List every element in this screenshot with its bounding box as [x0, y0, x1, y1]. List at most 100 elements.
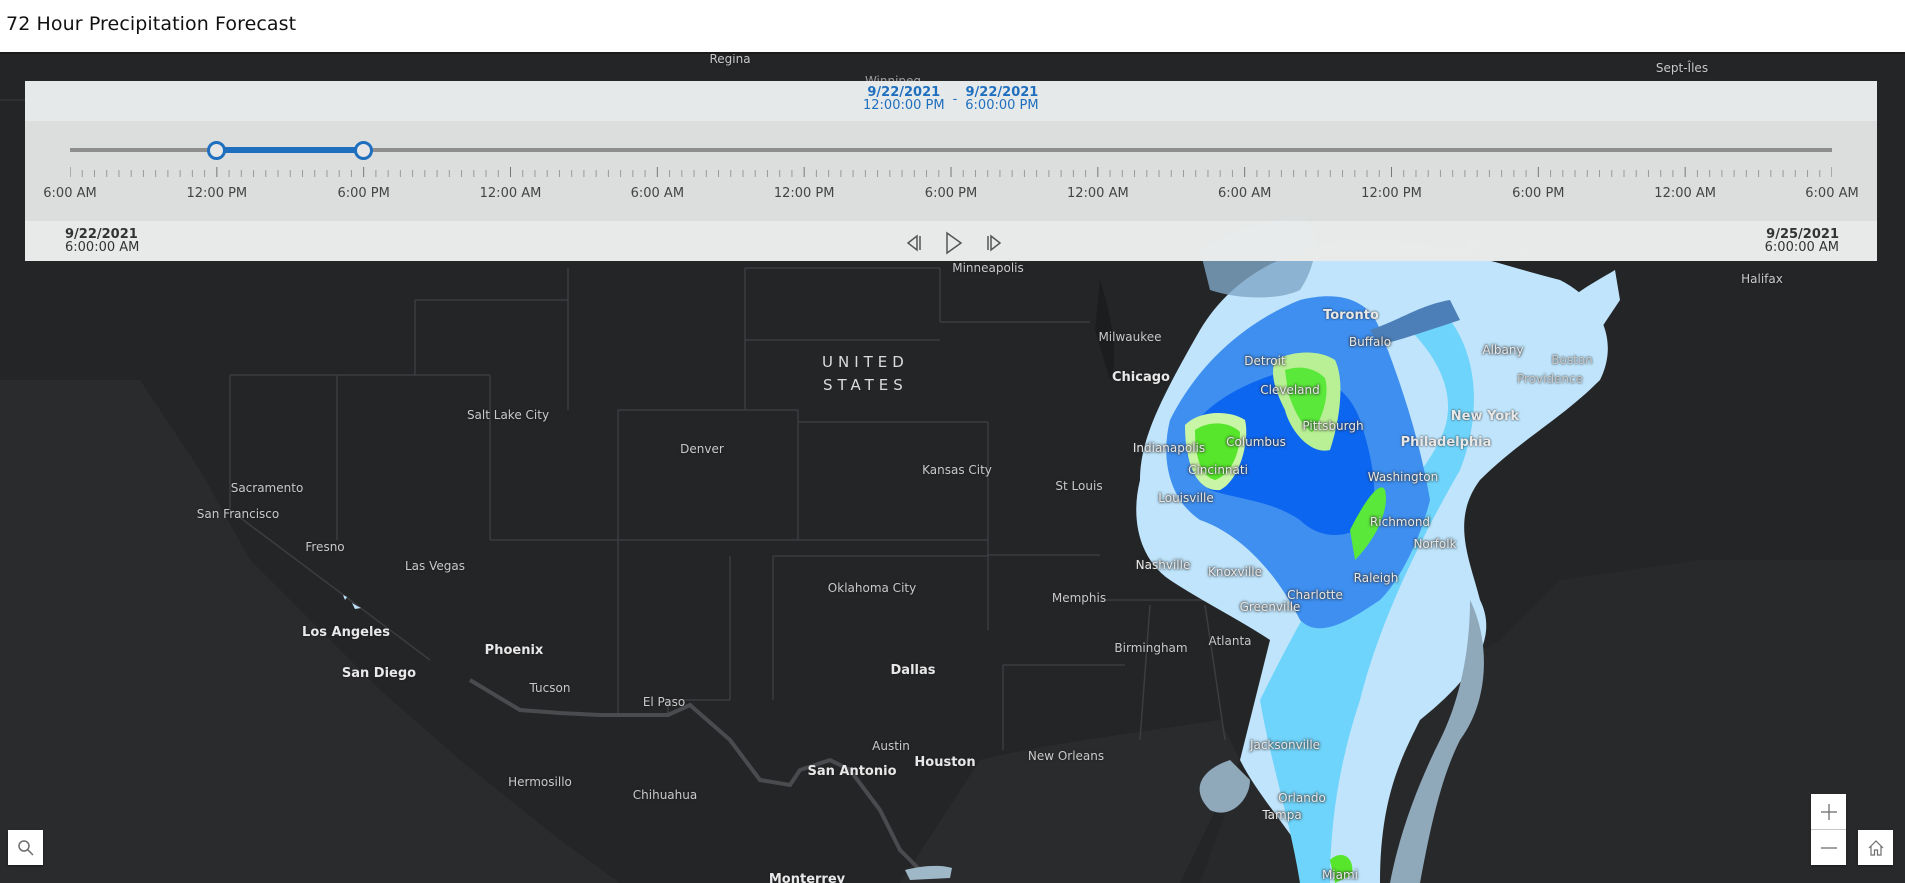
city-label: Buffalo: [1348, 335, 1392, 349]
selected-range[interactable]: [216, 147, 364, 153]
tick-label: 6:00 AM: [1217, 186, 1272, 201]
range-separator: -: [952, 92, 958, 107]
city-label: San Francisco: [196, 507, 280, 521]
city-label: Birmingham: [1114, 641, 1188, 655]
page-title: 72 Hour Precipitation Forecast: [6, 13, 297, 35]
country-label-line: STATES: [823, 376, 908, 394]
city-label: New York: [1450, 409, 1520, 424]
city-label: Tampa: [1262, 808, 1302, 822]
tick-label: 12:00 AM: [479, 186, 542, 201]
current-start: 9/22/2021 12:00:00 PM: [863, 86, 945, 112]
city-label: Miami: [1321, 868, 1359, 882]
city-label: Denver: [680, 442, 724, 456]
city-label: Atlanta: [1208, 634, 1252, 648]
full-extent-end: 9/25/2021 6:00:00 AM: [1765, 228, 1839, 254]
slider-ticks: [70, 167, 1832, 177]
city-label: Phoenix: [484, 643, 544, 658]
tick-label: 6:00 PM: [924, 186, 978, 201]
city-label: San Antonio: [807, 764, 897, 779]
time-slider[interactable]: 9/22/2021 12:00:00 PM - 9/22/2021 6:00:0…: [25, 81, 1877, 261]
current-start-time: 12:00:00 PM: [863, 98, 945, 113]
minus-icon: [1820, 846, 1837, 849]
city-label: Orlando: [1278, 791, 1326, 805]
city-label: Fresno: [305, 540, 345, 554]
city-label: Salt Lake City: [466, 408, 550, 422]
city-label: Louisville: [1158, 491, 1214, 505]
tick-label: 12:00 AM: [1654, 186, 1717, 201]
tick-label: 12:00 AM: [1066, 186, 1129, 201]
city-label: Cincinnati: [1188, 463, 1248, 477]
city-label: Milwaukee: [1098, 330, 1162, 344]
city-label: El Paso: [642, 695, 686, 709]
current-end-time: 6:00:00 PM: [965, 98, 1039, 113]
city-label: Austin: [872, 739, 910, 753]
city-label: Philadelphia: [1400, 435, 1492, 450]
city-label: Memphis: [1051, 591, 1107, 605]
city-label: Los Angeles: [302, 625, 390, 640]
tick-label: 6:00 PM: [1512, 186, 1565, 201]
app-header: 72 Hour Precipitation Forecast: [0, 0, 1905, 54]
city-label: Norfolk: [1413, 537, 1457, 551]
home-button[interactable]: [1858, 830, 1893, 865]
city-label: Albany: [1482, 343, 1524, 357]
city-label: Richmond: [1369, 515, 1431, 529]
city-label: Halifax: [1741, 272, 1783, 286]
city-label: Kansas City: [922, 463, 992, 477]
city-label: Regina: [709, 54, 751, 66]
tick-label: 12:00 PM: [1361, 186, 1422, 201]
city-label: Tucson: [529, 681, 571, 695]
playback-controls: [901, 231, 1007, 255]
city-label: Nashville: [1135, 558, 1191, 572]
zoom-in-button[interactable]: [1811, 794, 1846, 829]
city-label: Cleveland: [1260, 383, 1320, 397]
next-button[interactable]: [981, 231, 1007, 255]
country-label-line: UNITED: [822, 353, 909, 371]
tick-label: 6:00 AM: [1805, 186, 1859, 201]
city-label: Sept-Îles: [1655, 61, 1709, 75]
city-label: Knoxville: [1207, 565, 1263, 579]
search-button[interactable]: [8, 830, 43, 865]
city-label: Providence: [1516, 372, 1584, 386]
full-extent-start: 9/22/2021 6:00:00 AM: [65, 228, 139, 254]
current-time-extent: 9/22/2021 12:00:00 PM - 9/22/2021 6:00:0…: [863, 86, 1039, 112]
current-end: 9/22/2021 6:00:00 PM: [965, 86, 1038, 112]
city-label: New Orleans: [1027, 749, 1105, 763]
city-label: Sacramento: [230, 481, 304, 495]
tick-label: 6:00 AM: [43, 186, 97, 201]
city-label: Dallas: [890, 663, 936, 678]
city-label: Monterrey: [768, 872, 846, 883]
city-label: Greenville: [1239, 600, 1301, 614]
home-icon: [1868, 839, 1883, 856]
city-label: Las Vegas: [405, 559, 465, 573]
city-label: San Diego: [341, 666, 417, 681]
city-label: Toronto: [1323, 308, 1379, 323]
city-label: Raleigh: [1353, 571, 1399, 585]
full-start-time: 6:00:00 AM: [65, 240, 140, 255]
previous-icon: [906, 234, 921, 252]
city-label: Detroit: [1244, 354, 1286, 368]
city-label: Washington: [1367, 470, 1439, 484]
full-end-time: 6:00:00 AM: [1764, 240, 1839, 255]
city-label: St Louis: [1055, 479, 1103, 493]
search-icon: [17, 839, 34, 856]
city-label: Indianapolis: [1132, 441, 1206, 455]
next-icon: [987, 234, 1002, 252]
city-label: Pittsburgh: [1302, 419, 1364, 433]
play-icon: [946, 231, 963, 255]
city-label: Oklahoma City: [827, 581, 917, 595]
city-label: Jacksonville: [1249, 738, 1321, 752]
city-label: Hermosillo: [508, 775, 572, 789]
tick-label: 6:00 AM: [630, 186, 685, 201]
tick-label: 6:00 PM: [337, 186, 390, 201]
city-label: Boston: [1551, 353, 1593, 367]
city-label: Chihuahua: [632, 788, 698, 802]
previous-button[interactable]: [901, 231, 927, 255]
plus-icon: [1820, 803, 1837, 820]
zoom-out-button[interactable]: [1811, 830, 1846, 865]
play-button[interactable]: [941, 231, 967, 255]
city-label: Columbus: [1226, 435, 1286, 449]
country-label-united-states: UNITED STATES: [822, 351, 909, 397]
city-label: Chicago: [1112, 370, 1170, 385]
city-label: Minneapolis: [952, 261, 1024, 275]
city-label: Houston: [914, 755, 976, 770]
